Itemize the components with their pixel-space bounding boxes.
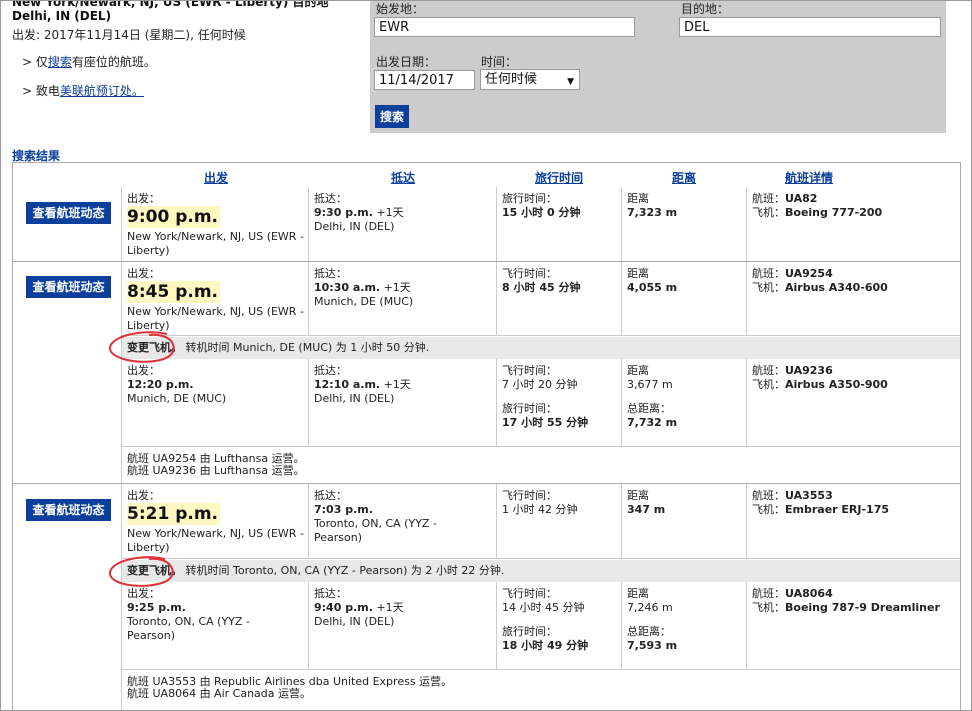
result-group-3: 查看航班动态 出发： 5:21 p.m. New York/Newark, NJ… — [13, 484, 960, 710]
departure-cell: 出发： 12:20 p.m. Munich, DE (MUC) — [122, 359, 309, 447]
sort-flight-details-link[interactable]: 航班详情 — [785, 169, 833, 186]
travel-time-cell: 飞行时间： 14 小时 45 分钟 旅行时间： 18 小时 49 分钟 — [497, 582, 622, 670]
travel-time-cell: 旅行时间： 15 小时 0 分钟 — [497, 187, 622, 261]
reservations-link[interactable]: 美联航预订处。 — [60, 84, 144, 98]
departure-cell: 出发： 9:25 p.m. Toronto, ON, CA (YYZ - Pea… — [122, 582, 309, 670]
flight-details-cell: 航班：UA3553 飞机：Embraer ERJ-175 — [747, 484, 960, 559]
departure-time: 8:45 p.m. — [127, 281, 221, 303]
results-table: 出发 抵达 旅行时间 距离 航班详情 查看航班动态 出发： 9:00 p.m. … — [12, 162, 961, 710]
departure-cell: 出发： 9:00 p.m. New York/Newark, NJ, US (E… — [122, 187, 309, 261]
distance-cell: 距离 4,055 m — [622, 262, 747, 336]
result-group-2: 查看航班动态 出发： 8:45 p.m. New York/Newark, NJ… — [13, 262, 960, 484]
flight-details-cell: 航班：UA9254 飞机：Airbus A340-600 — [747, 262, 960, 336]
annotation-stroke-2 — [109, 556, 174, 587]
origin-label: 始发地： — [376, 2, 425, 16]
connection-notice: 变更飞机。 转机时间 Toronto, ON, CA (YYZ - Pearso… — [122, 560, 960, 582]
arrival-cell: 抵达： 9:30 p.m. +1天 Delhi, IN (DEL) — [309, 187, 497, 261]
arrival-cell: 抵达： 9:40 p.m. +1天 Delhi, IN (DEL) — [309, 582, 497, 670]
arrival-cell: 抵达： 12:10 a.m. +1天 Delhi, IN (DEL) — [309, 359, 497, 447]
flight-status-button[interactable]: 查看航班动态 — [26, 276, 111, 298]
departure-time: 9:00 p.m. — [127, 206, 221, 228]
distance-cell: 距离 7,323 m — [622, 187, 747, 261]
sort-departure-link[interactable]: 出发 — [204, 169, 228, 186]
search-link[interactable]: 搜索 — [48, 55, 72, 69]
tip-available-seats: > 仅搜索有座位的航班。 — [22, 55, 156, 69]
arrival-cell: 抵达： 10:30 a.m. +1天 Munich, DE (MUC) — [309, 262, 497, 336]
date-input[interactable]: 11/14/2017 — [374, 70, 475, 90]
flight-status-button[interactable]: 查看航班动态 — [26, 499, 111, 521]
arrival-cell: 抵达： 7:03 p.m. Toronto, ON, CA (YYZ - Pea… — [309, 484, 497, 559]
operator-notes: 航班 UA9254 由 Lufthansa 运营。 航班 UA9236 由 Lu… — [127, 452, 305, 477]
flight-details-cell: 航班：UA82 飞机：Boeing 777-200 — [752, 192, 883, 219]
distance-cell: 距离 3,677 m 总距离： 7,732 m — [622, 359, 747, 447]
results-header: 出发 抵达 旅行时间 距离 航班详情 — [13, 163, 960, 188]
travel-time-cell: 飞行时间： 7 小时 20 分钟 旅行时间： 17 小时 55 分钟 — [497, 359, 622, 447]
departure-cell: 出发： 5:21 p.m. New York/Newark, NJ, US (E… — [122, 484, 309, 559]
flight-details-cell: 航班：UA8064 飞机：Boeing 787-9 Dreamliner — [747, 582, 960, 670]
departure-time: 5:21 p.m. — [127, 503, 221, 525]
chevron-down-icon: ▼ — [567, 77, 574, 87]
time-label: 时间： — [481, 55, 518, 69]
travel-time-cell: 飞行时间： 8 小时 45 分钟 — [497, 262, 622, 336]
distance-cell: 距离 7,246 m 总距离： 7,593 m — [622, 582, 747, 670]
destination-input[interactable]: DEL — [679, 17, 941, 37]
tip-call-reservations: > 致电美联航预订处。 — [22, 84, 144, 98]
operator-notes: 航班 UA3553 由 Republic Airlines dba United… — [127, 675, 453, 700]
destination-label: 目的地： — [681, 2, 730, 16]
sort-travel-time-link[interactable]: 旅行时间 — [535, 169, 583, 186]
search-button[interactable]: 搜索 — [375, 105, 410, 128]
connection-notice: 变更飞机。 转机时间 Munich, DE (MUC) 为 1 小时 50 分钟… — [122, 337, 960, 359]
date-label: 出发日期： — [376, 55, 437, 69]
flight-details-cell: 航班：UA9236 飞机：Airbus A350-900 — [747, 359, 960, 447]
page-frame: New York/Newark, NJ, US (EWR - Liberty) … — [0, 0, 972, 711]
departure-cell: 出发： 8:45 p.m. New York/Newark, NJ, US (E… — [122, 262, 309, 336]
sort-arrival-link[interactable]: 抵达 — [391, 169, 415, 186]
annotation-circle-2 — [109, 556, 174, 587]
origin-input[interactable]: EWR — [374, 17, 635, 37]
distance-cell: 距离 347 m — [622, 484, 747, 559]
travel-time-cell: 飞行时间： 1 小时 42 分钟 — [497, 484, 622, 559]
annotation-stroke-1 — [109, 331, 175, 363]
flight-status-button[interactable]: 查看航班动态 — [26, 202, 111, 224]
destination-summary: Delhi, IN (DEL) — [12, 9, 112, 23]
departure-summary: 出发: 2017年11月14日 (星期二), 任何时候 — [12, 28, 246, 42]
time-select[interactable]: 任何时候 ▼ — [480, 69, 580, 90]
annotation-circle-1 — [109, 331, 175, 363]
search-form: 始发地： EWR 目的地： DEL 出发日期： 11/14/2017 时间： 任… — [370, 1, 946, 133]
sort-distance-link[interactable]: 距离 — [672, 169, 696, 186]
result-group-1: 查看航班动态 出发： 9:00 p.m. New York/Newark, NJ… — [13, 187, 960, 262]
